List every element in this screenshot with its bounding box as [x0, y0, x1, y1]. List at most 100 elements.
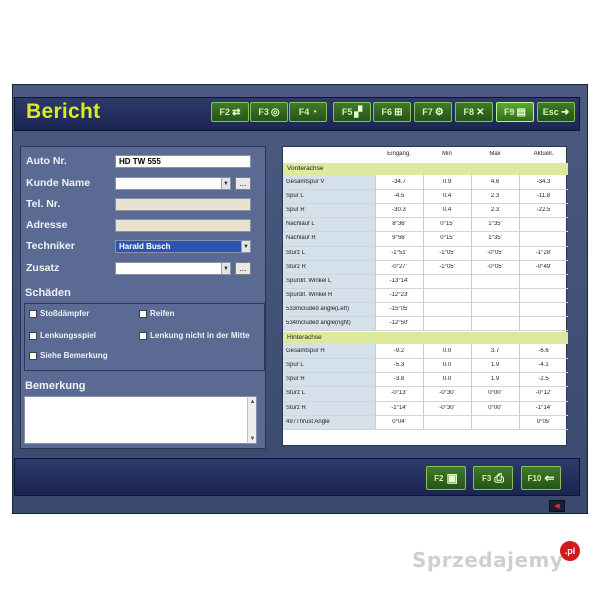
value-cell: 0°00' — [488, 404, 502, 411]
kunde-name-dropdown-icon[interactable]: ▼ — [221, 178, 230, 189]
toolbar-key-label: F7 — [422, 107, 433, 117]
toolbar-key-label: F5 — [341, 107, 353, 117]
footer-key-label: F2 — [434, 473, 444, 483]
adresse-label: Adresse — [26, 219, 68, 231]
value-cell: -30.3 — [392, 207, 406, 214]
watermark-badge: .pl — [560, 541, 580, 561]
value-cell: 0°15' — [440, 235, 454, 242]
value-cell: -6.6 — [538, 348, 549, 355]
tel-nr-label: Tel. Nr. — [26, 198, 61, 210]
row-divider — [283, 301, 568, 303]
row-divider — [283, 231, 568, 233]
toolbar-f4-button[interactable]: F4 ◔ — [289, 102, 327, 122]
value-cell: -0°05' — [487, 249, 503, 256]
column-divider — [375, 175, 376, 331]
value-cell: 0°04' — [392, 418, 406, 425]
reifen-checkbox[interactable] — [139, 310, 147, 318]
value-cell: -0°30' — [439, 390, 455, 397]
footer-f3-button[interactable]: F3 ⎙ — [473, 466, 513, 490]
toolbar-f8-button[interactable]: F8 ✕ — [455, 102, 493, 122]
value-cell: -0°49' — [535, 263, 552, 270]
kunde-name-browse-button[interactable]: ... — [235, 177, 251, 190]
value-cell: 8°36' — [392, 221, 406, 228]
toolbar-f7-button[interactable]: F7 ⚙ — [414, 102, 452, 122]
row-label-cell: Sturz L — [286, 249, 306, 256]
siehe-bemerkung-checkbox[interactable] — [29, 352, 37, 360]
value-cell: -1°05' — [439, 249, 455, 256]
toolbar-f3-button[interactable]: F3 ◎ — [250, 102, 288, 122]
table-header-cell: Eingang. — [387, 151, 411, 157]
tel-nr-input[interactable] — [115, 198, 251, 211]
value-cell: 1°35' — [488, 221, 502, 228]
lenkungsspiel-checkbox[interactable] — [29, 332, 37, 340]
zusatz-dropdown-icon[interactable]: ▼ — [221, 263, 230, 274]
row-label-cell: Spur R — [286, 376, 305, 383]
play-arrow-icon[interactable]: ◀ — [549, 500, 565, 512]
page-title: Bericht — [26, 100, 101, 123]
value-cell: -1°28' — [535, 249, 552, 256]
scroll-down-icon[interactable]: ▼ — [248, 434, 257, 443]
value-cell: 0°15' — [440, 221, 454, 228]
footer-key-label: F3 — [482, 473, 492, 483]
footer-f2-button[interactable]: F2 ▣ — [426, 466, 466, 490]
footer-f10-button[interactable]: F10 ⇐ — [521, 466, 561, 490]
column-divider — [519, 344, 520, 429]
row-label-cell: Spurdif. Winkel R — [286, 291, 333, 298]
wheel-icon: ◎ — [270, 106, 280, 118]
zusatz-select[interactable] — [115, 262, 231, 275]
bemerkung-textarea[interactable] — [24, 396, 257, 444]
value-cell: -22.5 — [536, 207, 551, 214]
row-divider — [283, 414, 568, 416]
value-cell: -1°14' — [391, 404, 407, 411]
chart-icon: ▞ — [354, 106, 363, 118]
value-cell: -34.3 — [536, 179, 551, 185]
zusatz-browse-button[interactable]: ... — [235, 262, 251, 275]
techniker-dropdown-icon[interactable]: ▼ — [241, 241, 250, 252]
row-label-cell: Spur L — [286, 193, 304, 200]
column-divider — [519, 175, 520, 331]
value-cell: -4.1 — [538, 362, 549, 369]
watermark-text: Sprzedajemy — [412, 548, 564, 572]
scroll-up-icon[interactable]: ▲ — [248, 397, 257, 406]
value-cell: 0°00' — [488, 390, 502, 397]
techniker-select[interactable]: Harald Busch — [115, 240, 251, 253]
row-label-cell: Nachlauf L — [286, 221, 315, 228]
row-label-cell: Sturz R — [286, 263, 307, 270]
row-divider — [283, 386, 568, 388]
row-label-cell: 533Included angle(Left) — [286, 305, 350, 312]
kunde-name-select[interactable] — [115, 177, 231, 190]
measurement-grid: Eingang. Min Max Aktuell. Vorderachse Gesamts… — [283, 147, 568, 445]
value-cell: -5.3 — [393, 362, 405, 369]
value-cell: -0°30' — [439, 404, 455, 411]
toolbar-f5-button[interactable]: F5 ▞ — [333, 102, 371, 122]
value-cell: -13°14' — [389, 277, 409, 284]
row-divider — [283, 273, 568, 275]
lenkung-mitte-checkbox[interactable] — [139, 332, 147, 340]
value-cell: 1.9 — [490, 376, 500, 383]
bemerkung-title: Bemerkung — [25, 380, 86, 392]
value-cell: 0.0 — [442, 362, 452, 369]
toolbar-f9-button[interactable]: F9 ▤ — [496, 102, 534, 122]
value-cell: 1°35' — [488, 235, 502, 242]
value-cell: -34.7 — [392, 179, 406, 185]
toolbar-f2-button[interactable]: F2 ⇄ — [211, 102, 249, 122]
value-cell: 2.3 — [490, 207, 500, 214]
value-cell: 0.0 — [442, 348, 452, 355]
value-cell: -3.8 — [393, 376, 405, 383]
value-cell: 2.3 — [490, 193, 500, 200]
stossdaempfer-checkbox[interactable] — [29, 310, 37, 318]
column-divider — [423, 175, 424, 331]
toolbar-esc-button[interactable]: Esc ➜ — [537, 102, 575, 122]
auto-nr-input[interactable]: HD TW 555 — [115, 155, 251, 168]
adresse-input[interactable] — [115, 219, 251, 232]
value-cell: 0.0 — [442, 376, 452, 383]
value-cell: -1°05' — [439, 263, 455, 270]
bemerkung-scrollbar[interactable]: ▲ ▼ — [247, 397, 256, 443]
value-cell: -0°05' — [487, 263, 503, 270]
value-cell: -4.5 — [393, 193, 405, 200]
row-label-cell: Spur R — [286, 207, 305, 214]
column-divider — [375, 344, 376, 429]
toolbar-f6-button[interactable]: F6 ⊞ — [373, 102, 411, 122]
row-label-cell: 497Thrust Angle — [286, 418, 330, 425]
row-divider — [283, 400, 568, 402]
